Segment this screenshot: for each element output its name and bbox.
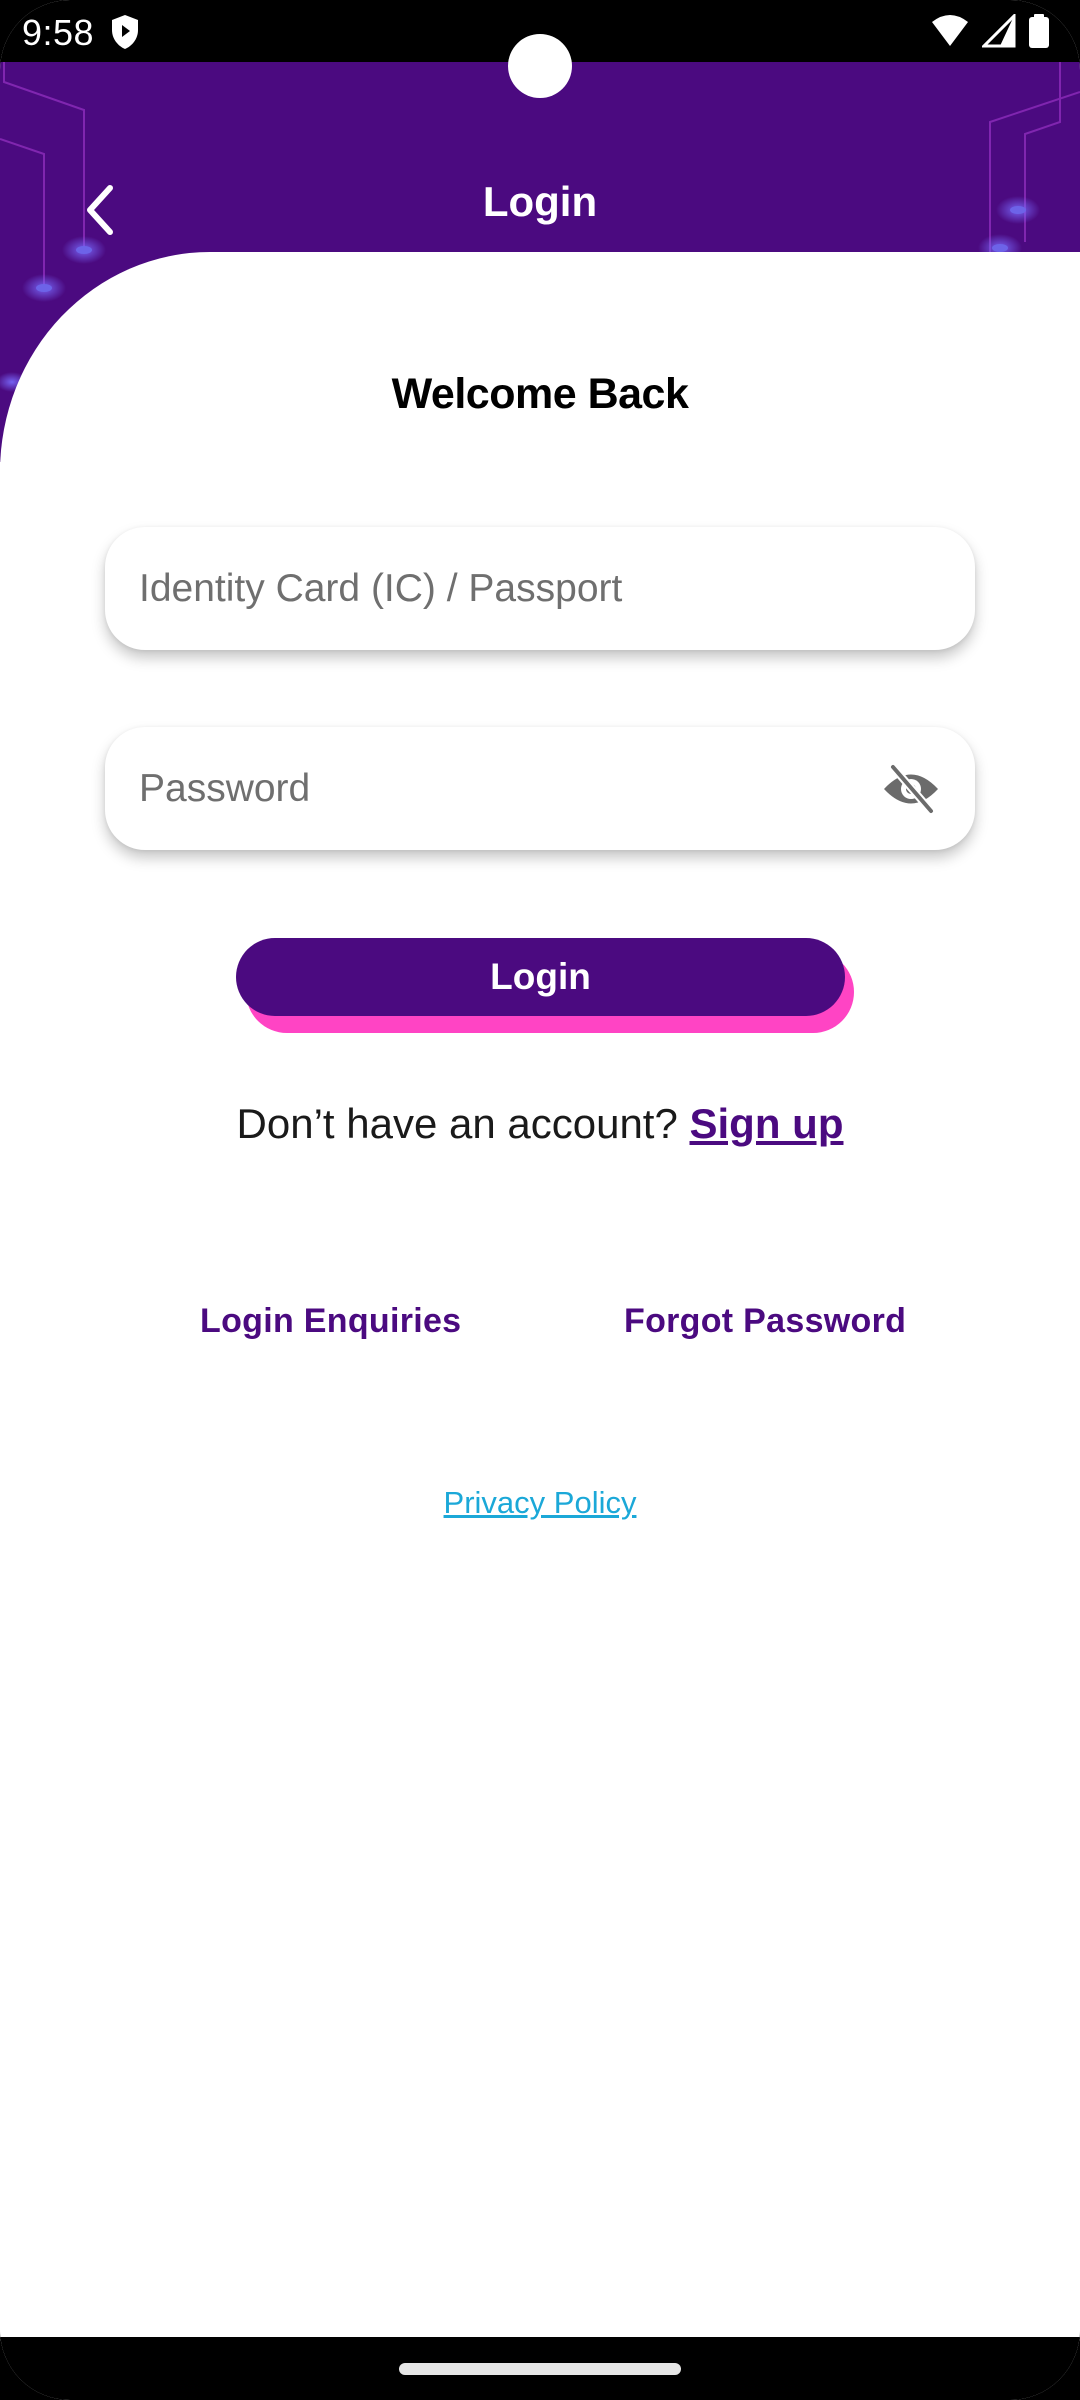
shield-play-icon [112, 15, 138, 49]
eye-off-icon [884, 763, 938, 814]
signup-row: Don’t have an account? Sign up [0, 1100, 1080, 1148]
login-screen: 9:58 Login Welcome Back Identity Card (I… [0, 0, 1080, 2400]
system-nav-bar [0, 2337, 1080, 2400]
welcome-heading: Welcome Back [391, 370, 689, 418]
signup-link[interactable]: Sign up [690, 1100, 844, 1147]
battery-icon [1029, 14, 1049, 48]
password-input[interactable] [137, 765, 879, 812]
home-gesture-handle[interactable] [399, 2363, 681, 2375]
ic-passport-field[interactable] [105, 527, 975, 650]
wifi-icon [932, 15, 968, 46]
status-icons [930, 14, 1050, 48]
status-time: 9:58 [22, 12, 95, 53]
page-title: Login [482, 178, 598, 225]
login-form-card: Welcome Back Login Don’t have an account… [0, 252, 1080, 2342]
cell-signal-icon [982, 14, 1016, 48]
forgot-password-link[interactable]: Forgot Password [624, 1302, 906, 1341]
password-field[interactable] [105, 727, 975, 850]
privacy-policy-row: Privacy Policy [0, 1485, 1080, 1521]
ic-passport-input[interactable] [137, 565, 943, 612]
password-visibility-toggle[interactable] [879, 757, 943, 821]
camera-cutout [508, 34, 572, 98]
login-button[interactable]: Login [236, 938, 845, 1016]
signup-prompt: Don’t have an account? [236, 1100, 678, 1147]
login-enquiries-link[interactable]: Login Enquiries [200, 1302, 461, 1341]
privacy-policy-link[interactable]: Privacy Policy [444, 1485, 637, 1520]
